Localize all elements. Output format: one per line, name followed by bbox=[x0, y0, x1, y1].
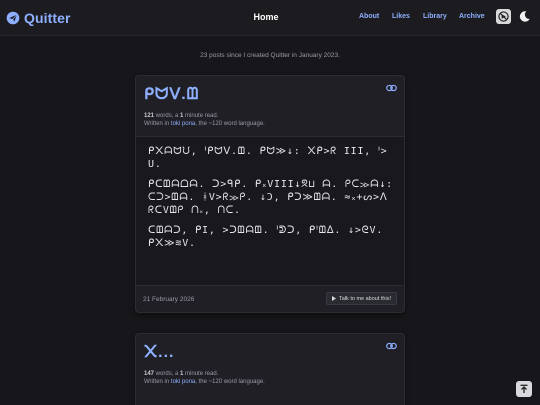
post-body: ᑭ᙭ᗩᗢᙀ, ᑊᑭᗢᐯ.ᗶ. ᑭᗢ≫↓: ᙭ᑭ>ᖇ III, ᑊ>Ս. ᑭᑕᗶᗩ… bbox=[136, 136, 404, 286]
read-text: words, a bbox=[154, 113, 181, 119]
word-count: 147 bbox=[144, 371, 155, 377]
read-text-end: minute read. bbox=[183, 371, 219, 377]
language-description: , the ~120 word language. bbox=[195, 121, 265, 127]
read-text-end: minute read. bbox=[183, 113, 219, 119]
language-description: , the ~120 word language. bbox=[195, 379, 265, 385]
post-date: 21 February 2026 bbox=[143, 296, 195, 303]
nav-about[interactable]: About bbox=[359, 13, 379, 20]
nav-archive[interactable]: Archive bbox=[459, 13, 485, 20]
written-in-text: Written in bbox=[144, 379, 171, 385]
talk-button[interactable]: Talk to me about this! bbox=[326, 292, 397, 305]
post-paragraph: ᑕᗶᗩᑐ, ᑭI, >ᑐᗶᗩᗶ. ᑊᕲᑐ, ᑭᑊᗶᐃ. ↓>ᘓV. ᑭ᙭≫≋V. bbox=[148, 225, 384, 249]
moon-icon bbox=[519, 11, 530, 22]
nav-likes[interactable]: Likes bbox=[392, 13, 410, 20]
back-to-top-button[interactable] bbox=[516, 381, 532, 397]
post-header: ᑭᗢᐯ.ᗶ 121 words, a 1 minute read. Writte… bbox=[136, 76, 404, 136]
word-count: 121 bbox=[144, 113, 155, 119]
post-footer: 21 February 2026 Talk to me about this! bbox=[136, 286, 404, 314]
read-text: words, a bbox=[154, 371, 181, 377]
intro-text: 23 posts since I created Quitter in Janu… bbox=[200, 52, 340, 59]
theme-toggle-button[interactable] bbox=[517, 9, 532, 24]
post-card: ᙭... 147 words, a 1 minute read. Written… bbox=[135, 333, 405, 405]
post-title[interactable]: ᙭... bbox=[144, 342, 396, 364]
site-logo[interactable]: Quitter bbox=[6, 8, 71, 28]
post-meta: 147 words, a 1 minute read. Written in t… bbox=[144, 370, 396, 386]
talk-button-label: Talk to me about this! bbox=[339, 295, 391, 302]
no-animation-icon bbox=[498, 11, 509, 22]
play-icon bbox=[332, 296, 337, 301]
language-link[interactable]: toki pona bbox=[171, 121, 195, 127]
post-meta: 121 words, a 1 minute read. Written in t… bbox=[144, 112, 396, 128]
nav-library[interactable]: Library bbox=[423, 13, 447, 20]
logo-text: Quitter bbox=[24, 10, 71, 26]
post-title[interactable]: ᑭᗢᐯ.ᗶ bbox=[144, 84, 396, 106]
post-paragraph: ᑭ᙭ᗩᗢᙀ, ᑊᑭᗢᐯ.ᗶ. ᑭᗢ≫↓: ᙭ᑭ>ᖇ III, ᑊ>Ս. bbox=[148, 146, 388, 170]
link-icon[interactable] bbox=[386, 342, 397, 350]
written-in-text: Written in bbox=[144, 121, 171, 127]
arrow-to-top-icon bbox=[520, 384, 528, 393]
post-card: ᑭᗢᐯ.ᗶ 121 words, a 1 minute read. Writte… bbox=[135, 75, 405, 313]
paper-plane-icon bbox=[6, 11, 20, 25]
link-icon[interactable] bbox=[386, 84, 397, 92]
page-title: Home bbox=[253, 12, 279, 22]
post-paragraph: ᑭᑕᗶᗩᗝᗩ. ᑐ>ᑫᑭ. ᑭ᙮VIII↓ᘝ⊔ ᗩ. ᑭᑕ≫ᗩ↓: ᑕᑐ>ᗶᗩ.… bbox=[148, 179, 394, 216]
no-animation-button[interactable] bbox=[496, 9, 511, 24]
site-header: Quitter Home About Likes Library Archive bbox=[0, 0, 540, 36]
post-header: ᙭... 147 words, a 1 minute read. Written… bbox=[136, 334, 404, 394]
language-link[interactable]: toki pona bbox=[171, 379, 195, 385]
